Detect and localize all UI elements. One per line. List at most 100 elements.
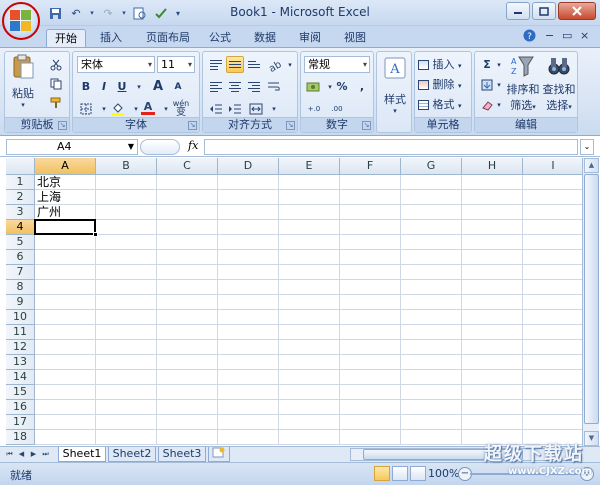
cell-e6[interactable] <box>279 250 340 265</box>
row-header-9[interactable]: 9 <box>6 295 35 310</box>
cell-e14[interactable] <box>279 370 340 385</box>
cell-c1[interactable] <box>157 175 218 190</box>
cell-a3[interactable]: 广州 <box>35 205 96 220</box>
cell-h6[interactable] <box>462 250 523 265</box>
cell-f2[interactable] <box>340 190 401 205</box>
cell-d5[interactable] <box>218 235 279 250</box>
cell-b6[interactable] <box>96 250 157 265</box>
close-button[interactable] <box>558 2 596 20</box>
wrap-text-icon[interactable] <box>265 78 283 95</box>
cell-h10[interactable] <box>462 310 523 325</box>
zoom-in-icon[interactable]: + <box>580 467 594 481</box>
number-format-combo[interactable]: 常规 ▾ <box>304 56 370 73</box>
cell-c10[interactable] <box>157 310 218 325</box>
clear-dropdown-icon[interactable]: ▾ <box>494 96 504 113</box>
cell-g7[interactable] <box>401 265 462 280</box>
cell-g8[interactable] <box>401 280 462 295</box>
cell-g6[interactable] <box>401 250 462 265</box>
cell-g10[interactable] <box>401 310 462 325</box>
tab-page-layout[interactable]: 页面布局 <box>140 29 196 48</box>
row-header-12[interactable]: 12 <box>6 340 35 355</box>
select-all-corner[interactable] <box>6 158 35 175</box>
cell-i16[interactable] <box>523 400 582 415</box>
font-size-combo[interactable]: 11 ▾ <box>157 56 195 73</box>
cell-b16[interactable] <box>96 400 157 415</box>
cell-f12[interactable] <box>340 340 401 355</box>
name-box[interactable]: A4 ▼ <box>6 139 138 155</box>
cell-h2[interactable] <box>462 190 523 205</box>
autosum-dropdown-icon[interactable]: ▾ <box>494 56 504 73</box>
cell-i11[interactable] <box>523 325 582 340</box>
cell-i18[interactable] <box>523 430 582 445</box>
cell-e9[interactable] <box>279 295 340 310</box>
row-header-2[interactable]: 2 <box>6 190 35 205</box>
percent-button[interactable]: % <box>333 78 351 95</box>
row-header-5[interactable]: 5 <box>6 235 35 250</box>
cell-h5[interactable] <box>462 235 523 250</box>
delete-dropdown-icon[interactable]: ▾ <box>458 82 462 90</box>
expand-formula-bar-icon[interactable]: ⌄ <box>580 139 594 155</box>
cell-c4[interactable] <box>157 220 218 235</box>
cell-h8[interactable] <box>462 280 523 295</box>
cell-e12[interactable] <box>279 340 340 355</box>
cell-b15[interactable] <box>96 385 157 400</box>
worksheet-grid[interactable]: A B C D E F G H I 1 北京 2 上海 3 广州 4 5 6 7 8 9 10 11 12 13 14 15 16 17… <box>6 158 582 446</box>
cell-d18[interactable] <box>218 430 279 445</box>
cell-e15[interactable] <box>279 385 340 400</box>
cell-c8[interactable] <box>157 280 218 295</box>
row-header-8[interactable]: 8 <box>6 280 35 295</box>
tab-data[interactable]: 数据 <box>248 29 282 48</box>
fill-handle[interactable] <box>93 232 98 237</box>
cell-b12[interactable] <box>96 340 157 355</box>
cell-d3[interactable] <box>218 205 279 220</box>
bold-button[interactable]: B <box>77 78 95 95</box>
row-header-13[interactable]: 13 <box>6 355 35 370</box>
cell-i1[interactable] <box>523 175 582 190</box>
cell-c5[interactable] <box>157 235 218 250</box>
prev-sheet-icon[interactable]: ◀ <box>16 448 27 461</box>
cell-h17[interactable] <box>462 415 523 430</box>
column-header-d[interactable]: D <box>218 158 279 175</box>
row-header-17[interactable]: 17 <box>6 415 35 430</box>
number-launcher-icon[interactable]: ↘ <box>362 121 371 130</box>
help-icon[interactable]: ? <box>523 29 536 45</box>
underline-dropdown-icon[interactable]: ▾ <box>130 78 148 95</box>
tab-review[interactable]: 审阅 <box>293 29 327 48</box>
increase-indent-icon[interactable] <box>226 100 244 117</box>
formula-bar-resizer[interactable] <box>140 139 180 155</box>
minimize-button[interactable] <box>506 2 530 20</box>
grow-font-button[interactable]: A <box>149 78 167 95</box>
cut-icon[interactable] <box>47 56 65 73</box>
cell-g3[interactable] <box>401 205 462 220</box>
horizontal-scroll-thumb[interactable] <box>363 449 523 460</box>
column-header-f[interactable]: F <box>340 158 401 175</box>
cell-a5[interactable] <box>35 235 96 250</box>
cell-f4[interactable] <box>340 220 401 235</box>
vertical-scrollbar[interactable]: ▲ ▼ <box>582 158 599 446</box>
clipboard-launcher-icon[interactable]: ↘ <box>58 121 67 130</box>
cell-g17[interactable] <box>401 415 462 430</box>
cell-i8[interactable] <box>523 280 582 295</box>
row-header-1[interactable]: 1 <box>6 175 35 190</box>
cell-h12[interactable] <box>462 340 523 355</box>
workbook-close-icon[interactable]: × <box>580 29 589 42</box>
currency-icon[interactable] <box>304 78 322 95</box>
cell-a2[interactable]: 上海 <box>35 190 96 205</box>
cell-b8[interactable] <box>96 280 157 295</box>
cell-i12[interactable] <box>523 340 582 355</box>
cell-g4[interactable] <box>401 220 462 235</box>
merge-dropdown-icon[interactable]: ▾ <box>265 100 283 117</box>
cell-e8[interactable] <box>279 280 340 295</box>
tab-home[interactable]: 开始 <box>46 29 86 48</box>
cell-f6[interactable] <box>340 250 401 265</box>
insert-dropdown-icon[interactable]: ▾ <box>458 62 462 70</box>
cell-a18[interactable] <box>35 430 96 445</box>
decrease-decimal-button[interactable]: .00 <box>327 100 347 117</box>
format-painter-icon[interactable] <box>47 94 65 111</box>
cell-i9[interactable] <box>523 295 582 310</box>
cell-h13[interactable] <box>462 355 523 370</box>
format-dropdown-icon[interactable]: ▾ <box>458 102 462 110</box>
vertical-scroll-thumb[interactable] <box>584 174 599 424</box>
row-header-11[interactable]: 11 <box>6 325 35 340</box>
cell-f8[interactable] <box>340 280 401 295</box>
